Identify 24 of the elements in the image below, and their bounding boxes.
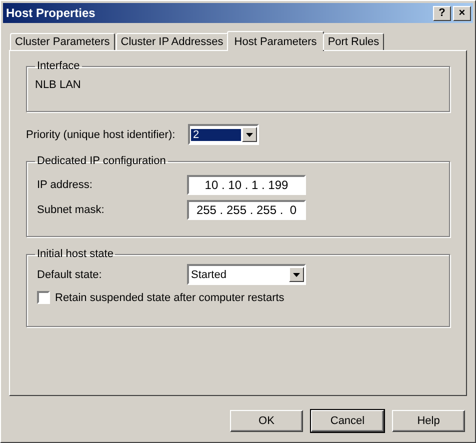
close-button[interactable]: × xyxy=(453,6,471,20)
interface-name: NLB LAN xyxy=(35,79,82,91)
window-title: Host Properties xyxy=(6,6,96,20)
priority-dropdown[interactable]: 2 xyxy=(188,124,259,145)
checkbox-label: Retain suspended state after computer restarts xyxy=(55,292,284,304)
group-title: Interface xyxy=(36,60,81,72)
tab[interactable]: Port Rules xyxy=(322,33,384,50)
dialog-button[interactable]: OK xyxy=(230,410,303,432)
field-label: Priority (unique host identifier): xyxy=(26,128,176,140)
dialog-button[interactable]: Cancel xyxy=(311,410,384,432)
tab[interactable]: Cluster IP Addresses xyxy=(116,33,228,50)
tab[interactable]: Cluster Parameters xyxy=(10,33,115,50)
field-label: IP address: xyxy=(36,179,94,191)
tab[interactable]: Host Parameters xyxy=(227,31,324,51)
ip-input-field[interactable]: 10 . 10 . 1 . 199 xyxy=(187,175,306,195)
field-label: Subnet mask: xyxy=(36,204,106,216)
ip-input-field[interactable]: 255 . 255 . 255 . 0 xyxy=(187,200,306,220)
field-label: Default state: xyxy=(36,268,103,280)
dialog-button[interactable]: Help xyxy=(392,410,465,432)
checkbox[interactable] xyxy=(37,291,50,304)
help-button[interactable]: ? xyxy=(433,6,451,20)
state-dropdown[interactable]: Started xyxy=(187,264,306,285)
group-title: Dedicated IP configuration xyxy=(36,155,167,167)
group-title: Initial host state xyxy=(36,248,114,260)
